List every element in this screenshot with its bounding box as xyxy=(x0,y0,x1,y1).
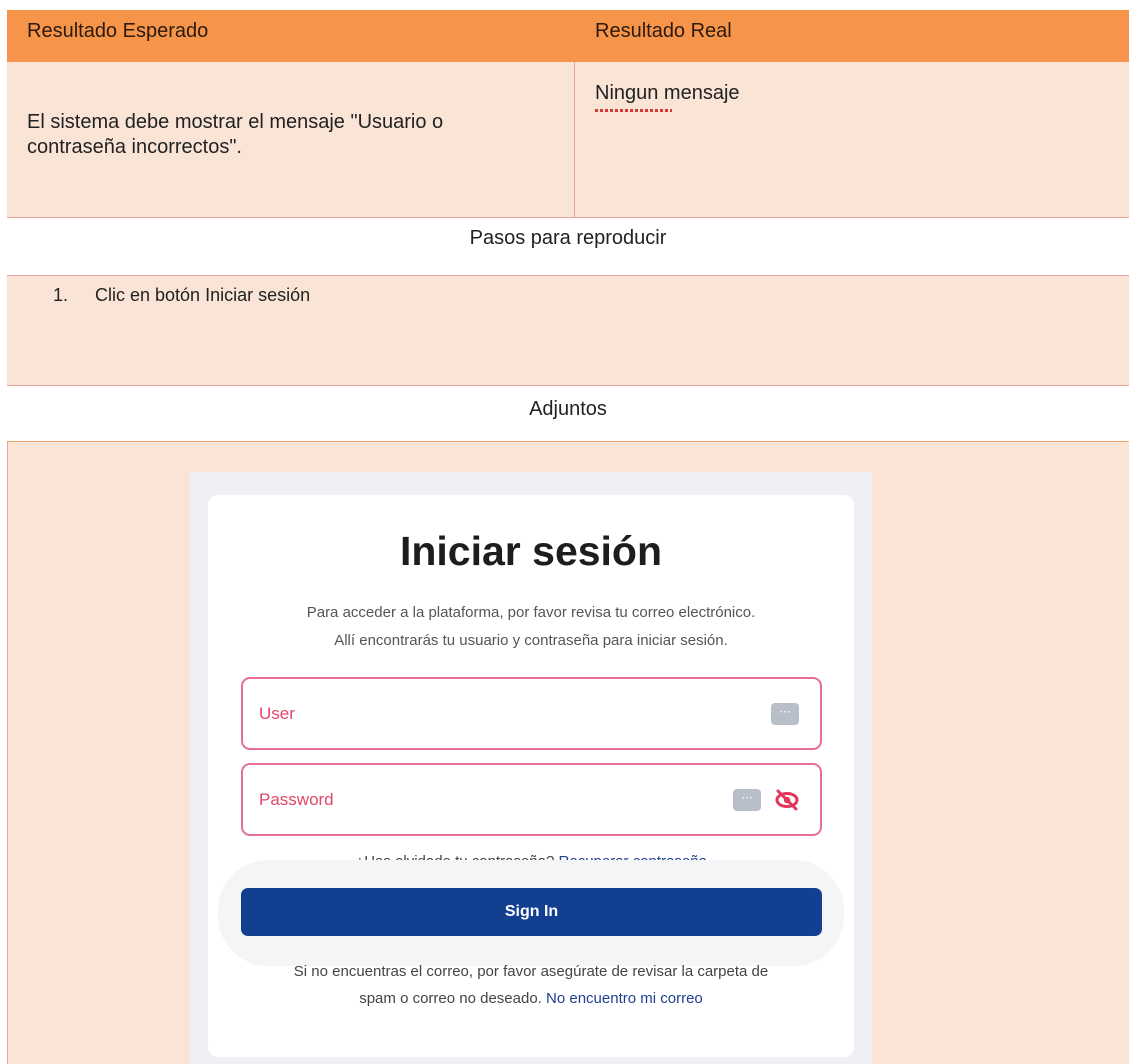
step-number: 1. xyxy=(53,285,69,305)
autofill-key-icon[interactable]: ··· xyxy=(771,703,799,725)
user-placeholder: User xyxy=(259,704,295,723)
footer-line1: Si no encuentras el correo, por favor as… xyxy=(293,963,769,980)
spellcheck-underline xyxy=(595,109,672,112)
table-header-row: Resultado Esperado Resultado Real xyxy=(7,10,1129,62)
login-description-line1: Para acceder a la plataforma, por favor … xyxy=(306,604,756,621)
expected-result-header: Resultado Esperado xyxy=(27,20,209,42)
password-field[interactable]: Password ··· xyxy=(241,763,822,836)
steps-title: Pasos para reproducir xyxy=(469,227,667,249)
actual-result-text: Ningun mensaje xyxy=(595,82,740,104)
password-placeholder: Password xyxy=(259,790,334,809)
autofill-key-icon[interactable]: ··· xyxy=(733,789,761,811)
expected-result-text: El sistema debe mostrar el mensaje "Usua… xyxy=(27,111,444,158)
steps-row: 1. Clic en botón Iniciar sesión xyxy=(7,276,1129,386)
login-title: Iniciar sesión xyxy=(399,528,663,574)
results-row: El sistema debe mostrar el mensaje "Usua… xyxy=(7,62,1129,218)
eye-off-icon[interactable] xyxy=(774,789,800,811)
attachments-title: Adjuntos xyxy=(529,398,607,420)
sign-in-button[interactable]: Sign In xyxy=(241,888,822,936)
footer-line2: spam o correo no deseado. No encuentro m… xyxy=(359,990,703,1007)
actual-result-header: Resultado Real xyxy=(595,20,732,42)
attachments-title-row: Adjuntos xyxy=(7,386,1129,442)
steps-title-row: Pasos para reproducir xyxy=(7,218,1129,276)
step-text: Clic en botón Iniciar sesión xyxy=(95,285,311,305)
column-divider xyxy=(574,62,575,218)
user-field[interactable]: User ··· xyxy=(241,677,822,750)
missing-email-link[interactable]: No encuentro mi correo xyxy=(546,990,703,1007)
login-description-line2: Allí encontrarás tu usuario y contraseña… xyxy=(334,632,728,649)
